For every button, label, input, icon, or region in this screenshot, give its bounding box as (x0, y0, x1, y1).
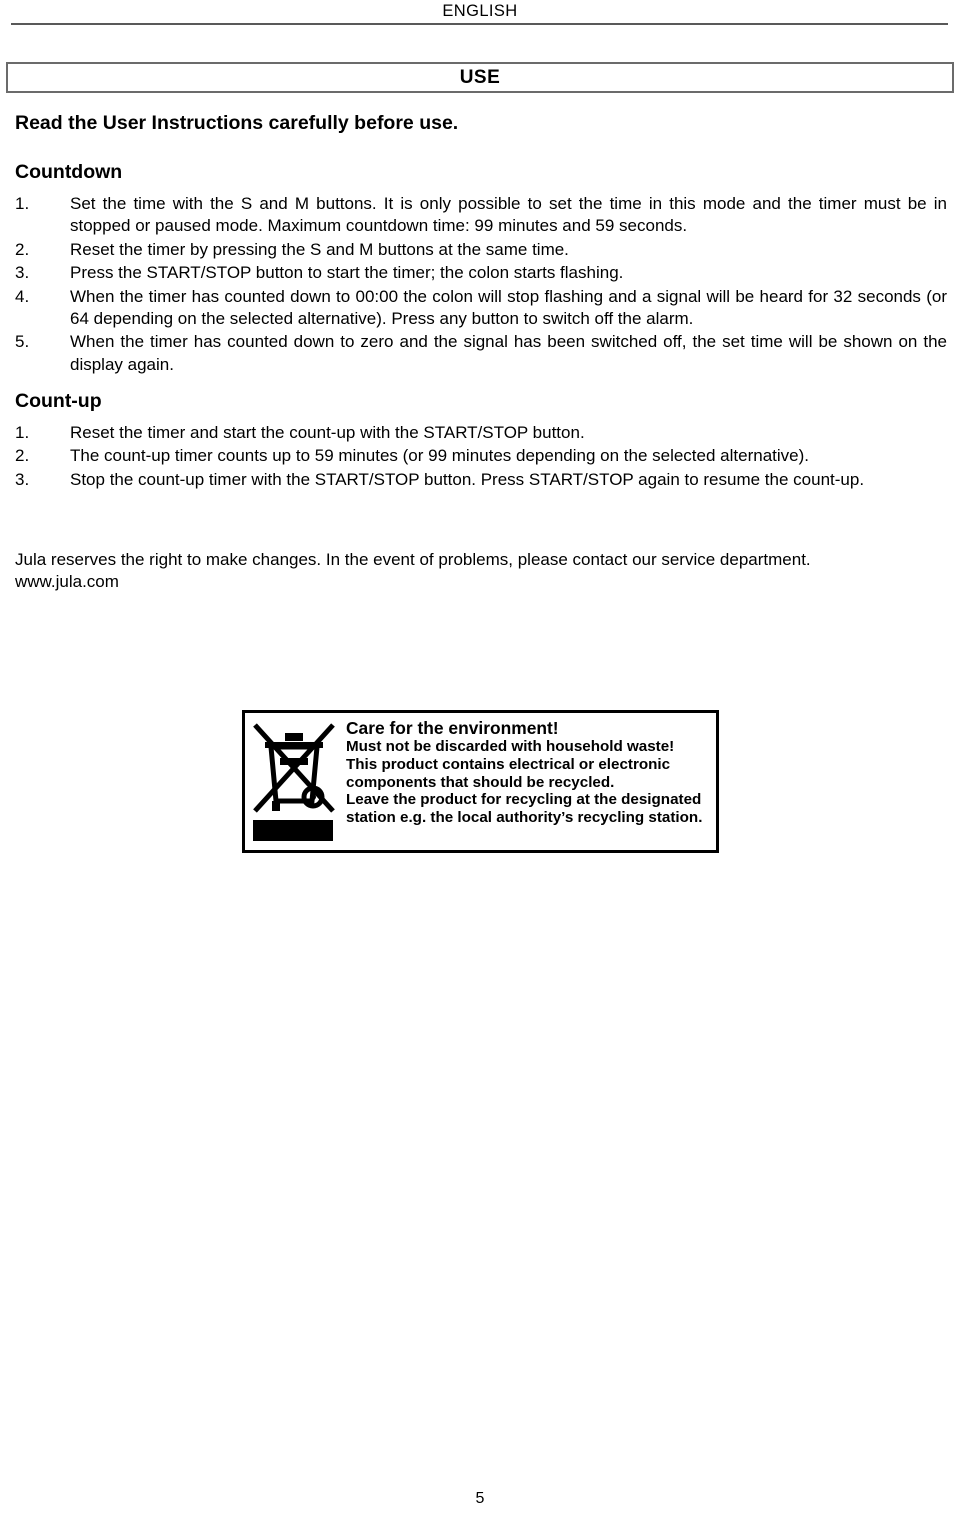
heading-countdown: Countdown (15, 161, 123, 184)
list-item: 1. Reset the timer and start the count-u… (15, 422, 947, 444)
list-item: 5. When the timer has counted down to ze… (15, 331, 947, 376)
header-divider-rule (11, 23, 948, 25)
list-item-text: When the timer has counted down to 00:00… (70, 286, 947, 328)
document-body: Read the User Instructions carefully bef… (15, 112, 947, 594)
environment-care-line: station e.g. the local authority’s recyc… (346, 809, 703, 827)
list-item-text: The count-up timer counts up to 59 minut… (70, 446, 809, 466)
environment-care-line: Must not be discarded with household was… (346, 738, 675, 756)
list-item: 4. When the timer has counted down to 00… (15, 286, 947, 331)
heading-countup: Count-up (15, 390, 102, 413)
list-item-number: 2. (15, 446, 30, 466)
closing-paragraph: Jula reserves the right to make changes.… (15, 549, 947, 594)
list-item-number: 3. (15, 469, 30, 489)
company-website: www.jula.com (15, 572, 119, 592)
countdown-step-list: 1. Set the time with the S and M buttons… (15, 193, 947, 377)
list-item: 2. The count-up timer counts up to 59 mi… (15, 445, 947, 467)
environment-care-text: Care for the environment! Must not be di… (342, 713, 716, 850)
environment-care-line: Leave the product for recycling at the d… (346, 791, 702, 809)
section-title-box: USE (6, 62, 954, 93)
list-item-text: Stop the count-up timer with the START/S… (70, 469, 865, 489)
list-item-text: Reset the timer by pressing the S and M … (70, 239, 569, 259)
list-item: 1. Set the time with the S and M buttons… (15, 193, 947, 238)
countup-step-list: 1. Reset the timer and start the count-u… (15, 422, 947, 491)
closing-text: Jula reserves the right to make changes.… (15, 549, 811, 569)
list-item-number: 2. (15, 239, 30, 259)
list-item-number: 1. (15, 422, 30, 442)
solid-black-bar (253, 820, 333, 841)
bin-icon-graphic (253, 723, 335, 813)
list-item-number: 4. (15, 286, 30, 306)
environment-care-line: components that should be recycled. (346, 773, 615, 791)
lead-instruction: Read the User Instructions carefully bef… (15, 112, 459, 134)
list-item-number: 5. (15, 332, 30, 352)
environment-care-label: Care for the environment! Must not be di… (242, 710, 719, 853)
environment-care-headline: Care for the environment! (346, 718, 559, 738)
list-item-text: Reset the timer and start the count-up w… (70, 422, 585, 442)
page-number: 5 (475, 1490, 485, 1507)
list-item-number: 1. (15, 193, 30, 213)
list-item-number: 3. (15, 263, 30, 283)
list-item-text: Set the time with the S and M buttons. I… (70, 193, 947, 236)
environment-care-line: This product contains electrical or elec… (346, 755, 671, 773)
list-item-text: When the timer has counted down to zero … (70, 332, 947, 374)
running-header-language: ENGLISH (442, 2, 518, 20)
list-item: 3. Press the START/STOP button to start … (15, 262, 947, 284)
list-item: 3. Stop the count-up timer with the STAR… (15, 469, 947, 491)
page-title: USE (459, 66, 501, 88)
list-item: 2. Reset the timer by pressing the S and… (15, 239, 947, 261)
crossed-out-wheeled-bin-icon (245, 713, 342, 850)
list-item-text: Press the START/STOP button to start the… (70, 263, 624, 283)
document-page: ENGLISH USE Read the User Instructions c… (0, 0, 960, 1530)
